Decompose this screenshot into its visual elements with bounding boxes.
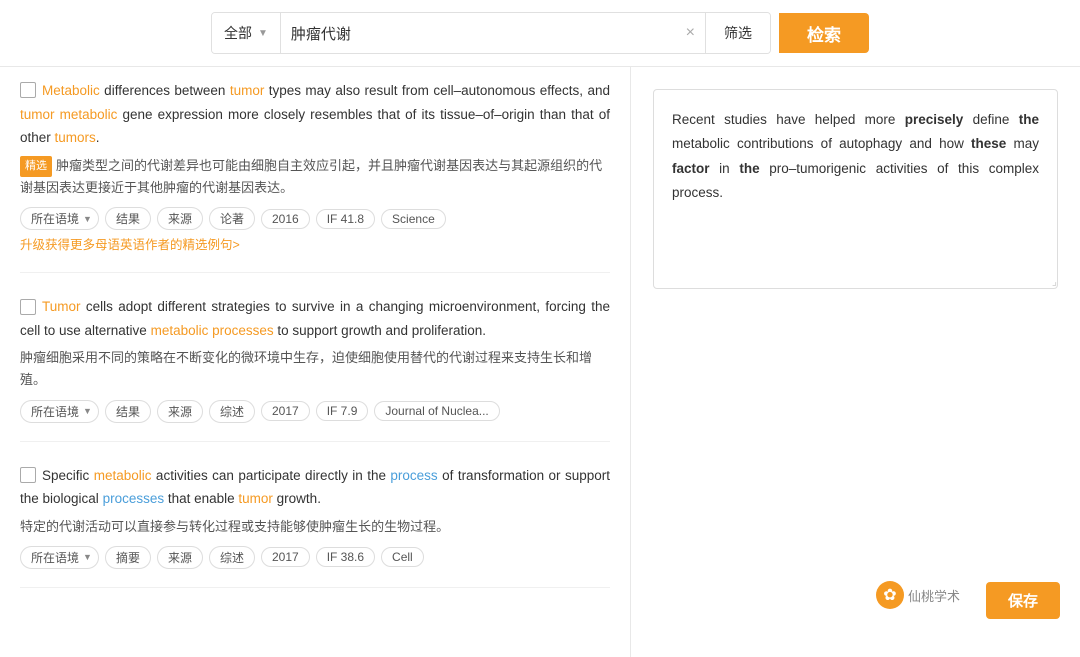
word-tumor-4: tumor [238,491,273,506]
trans-hl-3: 代谢 [20,158,602,195]
trans2-hl-2: 代谢 [449,350,475,365]
filter-button[interactable]: 筛选 [705,13,770,53]
result-item-2: Tumor cells adopt different strategies t… [20,295,610,441]
search-button[interactable]: 检索 [779,13,869,53]
tag-abstract-3[interactable]: 摘要 [105,546,151,569]
tag-arrow-icon-3: ▼ [83,552,92,562]
tag-source-3[interactable]: 来源 [157,546,203,569]
right-panel: Recent studies have helped more precisel… [630,67,1080,657]
tag-journal-2[interactable]: Journal of Nuclea... [374,401,499,421]
word-tumor-1: tumor [230,83,265,98]
trans-hl-1: 代谢 [147,158,173,173]
main-content: Metabolic differences between tumor type… [0,67,1080,657]
tag-result-2[interactable]: 结果 [105,400,151,423]
item-icon-1 [20,82,36,98]
trans-hl-4: 肿瘤 [163,180,189,195]
tag-context-3[interactable]: 所在语境▼ [20,546,99,569]
trans-hl-5: 代谢 [202,180,228,195]
word-processes-1: processes [103,491,165,506]
search-category-dropdown[interactable]: 全部 ▼ [212,13,281,53]
word-metabolic-2: metabolic [60,107,118,122]
result-item-3: Specific metabolic activities can partic… [20,464,610,588]
search-bar: 全部 ▼ × 筛选 检索 [0,0,1080,67]
item-icon-2 [20,299,36,315]
tag-source-1[interactable]: 来源 [157,207,203,230]
tag-context-2[interactable]: 所在语境▼ [20,400,99,423]
upgrade-link[interactable]: 升级获得更多母语英语作者的精选例句> [20,234,240,253]
result-translation-1: 精选肿瘤类型之间的代谢差异也可能由细胞自主效应引起，并且肿瘤代谢基因表达与其起源… [20,155,610,199]
save-button[interactable]: 保存 [986,582,1060,619]
trans3-hl-1: 代谢 [59,519,85,534]
tag-source-2[interactable]: 来源 [157,400,203,423]
badge-jingxuan-1: 精选 [20,156,52,177]
watermark-icon: ✿ [876,581,904,609]
tag-arrow-icon-2: ▼ [83,406,92,416]
watermark: ✿ 仙桃学术 [876,581,960,609]
word-metabolic-3: metabolic [94,468,152,483]
tag-if-1[interactable]: IF 41.8 [316,209,375,229]
search-input[interactable] [281,13,676,53]
tag-year-1[interactable]: 2016 [261,209,310,229]
search-category-label: 全部 [224,23,252,43]
word-tumors-1: tumors [55,130,96,145]
word-metabolic-processes: metabolic processes [151,323,274,338]
resize-handle-icon[interactable]: ⌟ [1043,274,1057,288]
trans2-hl-1: 肿瘤 [20,350,46,365]
tag-if-2[interactable]: IF 7.9 [316,401,369,421]
result-item: Metabolic differences between tumor type… [20,79,610,273]
right-panel-content: Recent studies have helped more precisel… [653,89,1058,289]
tags-row-2: 所在语境▼ 结果 来源 综述 2017 IF 7.9 Journal of Nu… [20,400,610,423]
result-english-text-2: Tumor cells adopt different strategies t… [20,295,610,342]
word-tumor-3: Tumor [42,299,81,314]
word-process-1: process [390,468,437,483]
trans-hl-2: 肿瘤代谢 [394,158,446,173]
word-tumor-2: tumor [20,107,55,122]
tag-context-1[interactable]: 所在语境▼ [20,207,99,230]
tag-year-3[interactable]: 2017 [261,547,310,567]
tag-if-3[interactable]: IF 38.6 [316,547,375,567]
tag-zongsu-2[interactable]: 综述 [209,400,255,423]
tag-arrow-icon-1: ▼ [83,214,92,224]
category-arrow-icon: ▼ [258,28,268,39]
right-panel-text: Recent studies have helped more precisel… [672,108,1039,205]
watermark-text: 仙桃学术 [908,586,960,605]
result-translation-2: 肿瘤细胞采用不同的策略在不断变化的微环境中生存，迫使细胞使用替代的代谢过程来支持… [20,347,610,391]
search-container: 全部 ▼ × 筛选 [211,12,771,54]
result-translation-3: 特定的代谢活动可以直接参与转化过程或支持能够使肿瘤生长的生物过程。 [20,516,610,538]
search-clear-button[interactable]: × [676,24,705,42]
tags-row-1: 所在语境▼ 结果 来源 论著 2016 IF 41.8 Science [20,207,610,230]
trans3-hl-2: 肿瘤 [319,519,345,534]
result-english-text: Metabolic differences between tumor type… [20,79,610,150]
tag-journal-3[interactable]: Cell [381,547,424,567]
results-panel: Metabolic differences between tumor type… [0,67,630,657]
tag-journal-1[interactable]: Science [381,209,446,229]
item-icon-3 [20,467,36,483]
tags-row-3: 所在语境▼ 摘要 来源 综述 2017 IF 38.6 Cell [20,546,610,569]
tag-year-2[interactable]: 2017 [261,401,310,421]
word-metabolic-1: Metabolic [42,83,100,98]
tag-result-1[interactable]: 结果 [105,207,151,230]
tag-zongsu-3[interactable]: 综述 [209,546,255,569]
result-english-text-3: Specific metabolic activities can partic… [20,464,610,511]
tag-lunzhu-1[interactable]: 论著 [209,207,255,230]
